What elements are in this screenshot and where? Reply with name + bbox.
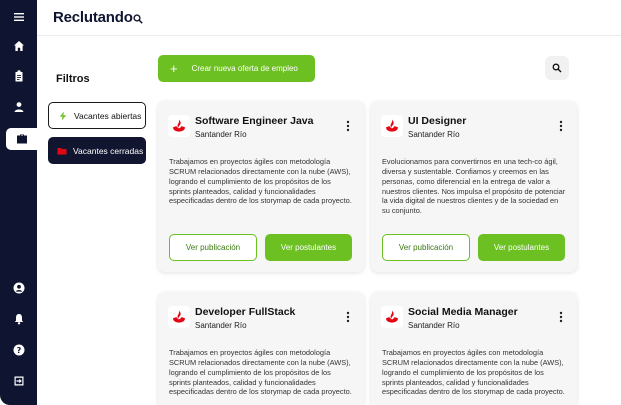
santander-logo-icon [381,306,403,328]
logo-search-icon [133,13,143,24]
job-description: Trabajamos en proyectos ágiles con metod… [169,157,352,206]
bell-icon[interactable] [6,308,32,330]
company-name: Santander Río [195,130,247,139]
job-title: Developer FullStack [195,306,296,318]
sidebar: ? [0,0,37,405]
profile-icon[interactable] [6,277,32,299]
more-options-icon[interactable] [345,119,351,132]
view-posting-button[interactable]: Ver publicación [169,234,257,261]
company-name: Santander Río [195,321,247,330]
filter-closed-label: Vacantes cerradas [73,145,144,156]
more-options-icon[interactable] [558,310,564,323]
search-icon [552,63,562,73]
filter-closed-vacancies-button[interactable]: Vacantes cerradas [48,137,146,164]
job-title: Software Engineer Java [195,115,314,127]
view-applicants-button[interactable]: Ver postulantes [265,234,352,261]
user-icon[interactable] [6,96,32,118]
app-logo[interactable]: Reclutando [53,9,143,26]
help-icon[interactable]: ? [6,339,32,361]
home-icon[interactable] [6,35,32,57]
filters-title: Filtros [56,73,90,85]
create-job-offer-button[interactable]: + Crear nueva oferta de empleo [158,55,315,82]
company-name: Santander Río [408,130,460,139]
lightning-icon [59,111,67,120]
more-options-icon[interactable] [345,310,351,323]
logout-icon[interactable] [6,370,32,392]
view-posting-button[interactable]: Ver publicación [382,234,470,261]
job-card: Social Media Manager Santander Río Traba… [371,292,577,405]
top-bar: Reclutando [37,0,621,36]
search-button[interactable] [545,56,569,80]
clipboard-icon[interactable] [6,65,32,87]
santander-logo-icon [381,115,403,137]
company-name: Santander Río [408,321,460,330]
santander-logo-icon [168,306,190,328]
job-card: Software Engineer Java Santander Río Tra… [158,101,364,272]
santander-logo-icon [168,115,190,137]
filter-open-label: Vacantes abiertas [74,110,142,121]
job-title: UI Designer [408,115,467,127]
create-job-offer-label: Crear nueva oferta de empleo [191,64,298,73]
menu-icon[interactable] [6,6,32,28]
job-card: Developer FullStack Santander Río Trabaj… [158,292,364,405]
svg-text:?: ? [17,346,22,355]
job-card: UI Designer Santander Río Evolucionamos … [371,101,577,272]
job-description: Trabajamos en proyectos ágiles con metod… [382,348,565,397]
job-description: Evolucionamos para convertirnos en una t… [382,157,566,216]
more-options-icon[interactable] [558,119,564,132]
app-logo-text: Reclutando [53,9,133,26]
job-description: Trabajamos en proyectos ágiles con metod… [169,348,352,397]
folder-icon [57,147,67,154]
plus-icon: + [170,61,178,76]
filter-open-vacancies-button[interactable]: Vacantes abiertas [48,102,146,129]
briefcase-icon[interactable] [6,128,37,150]
view-applicants-button[interactable]: Ver postulantes [478,234,565,261]
job-title: Social Media Manager [408,306,518,318]
